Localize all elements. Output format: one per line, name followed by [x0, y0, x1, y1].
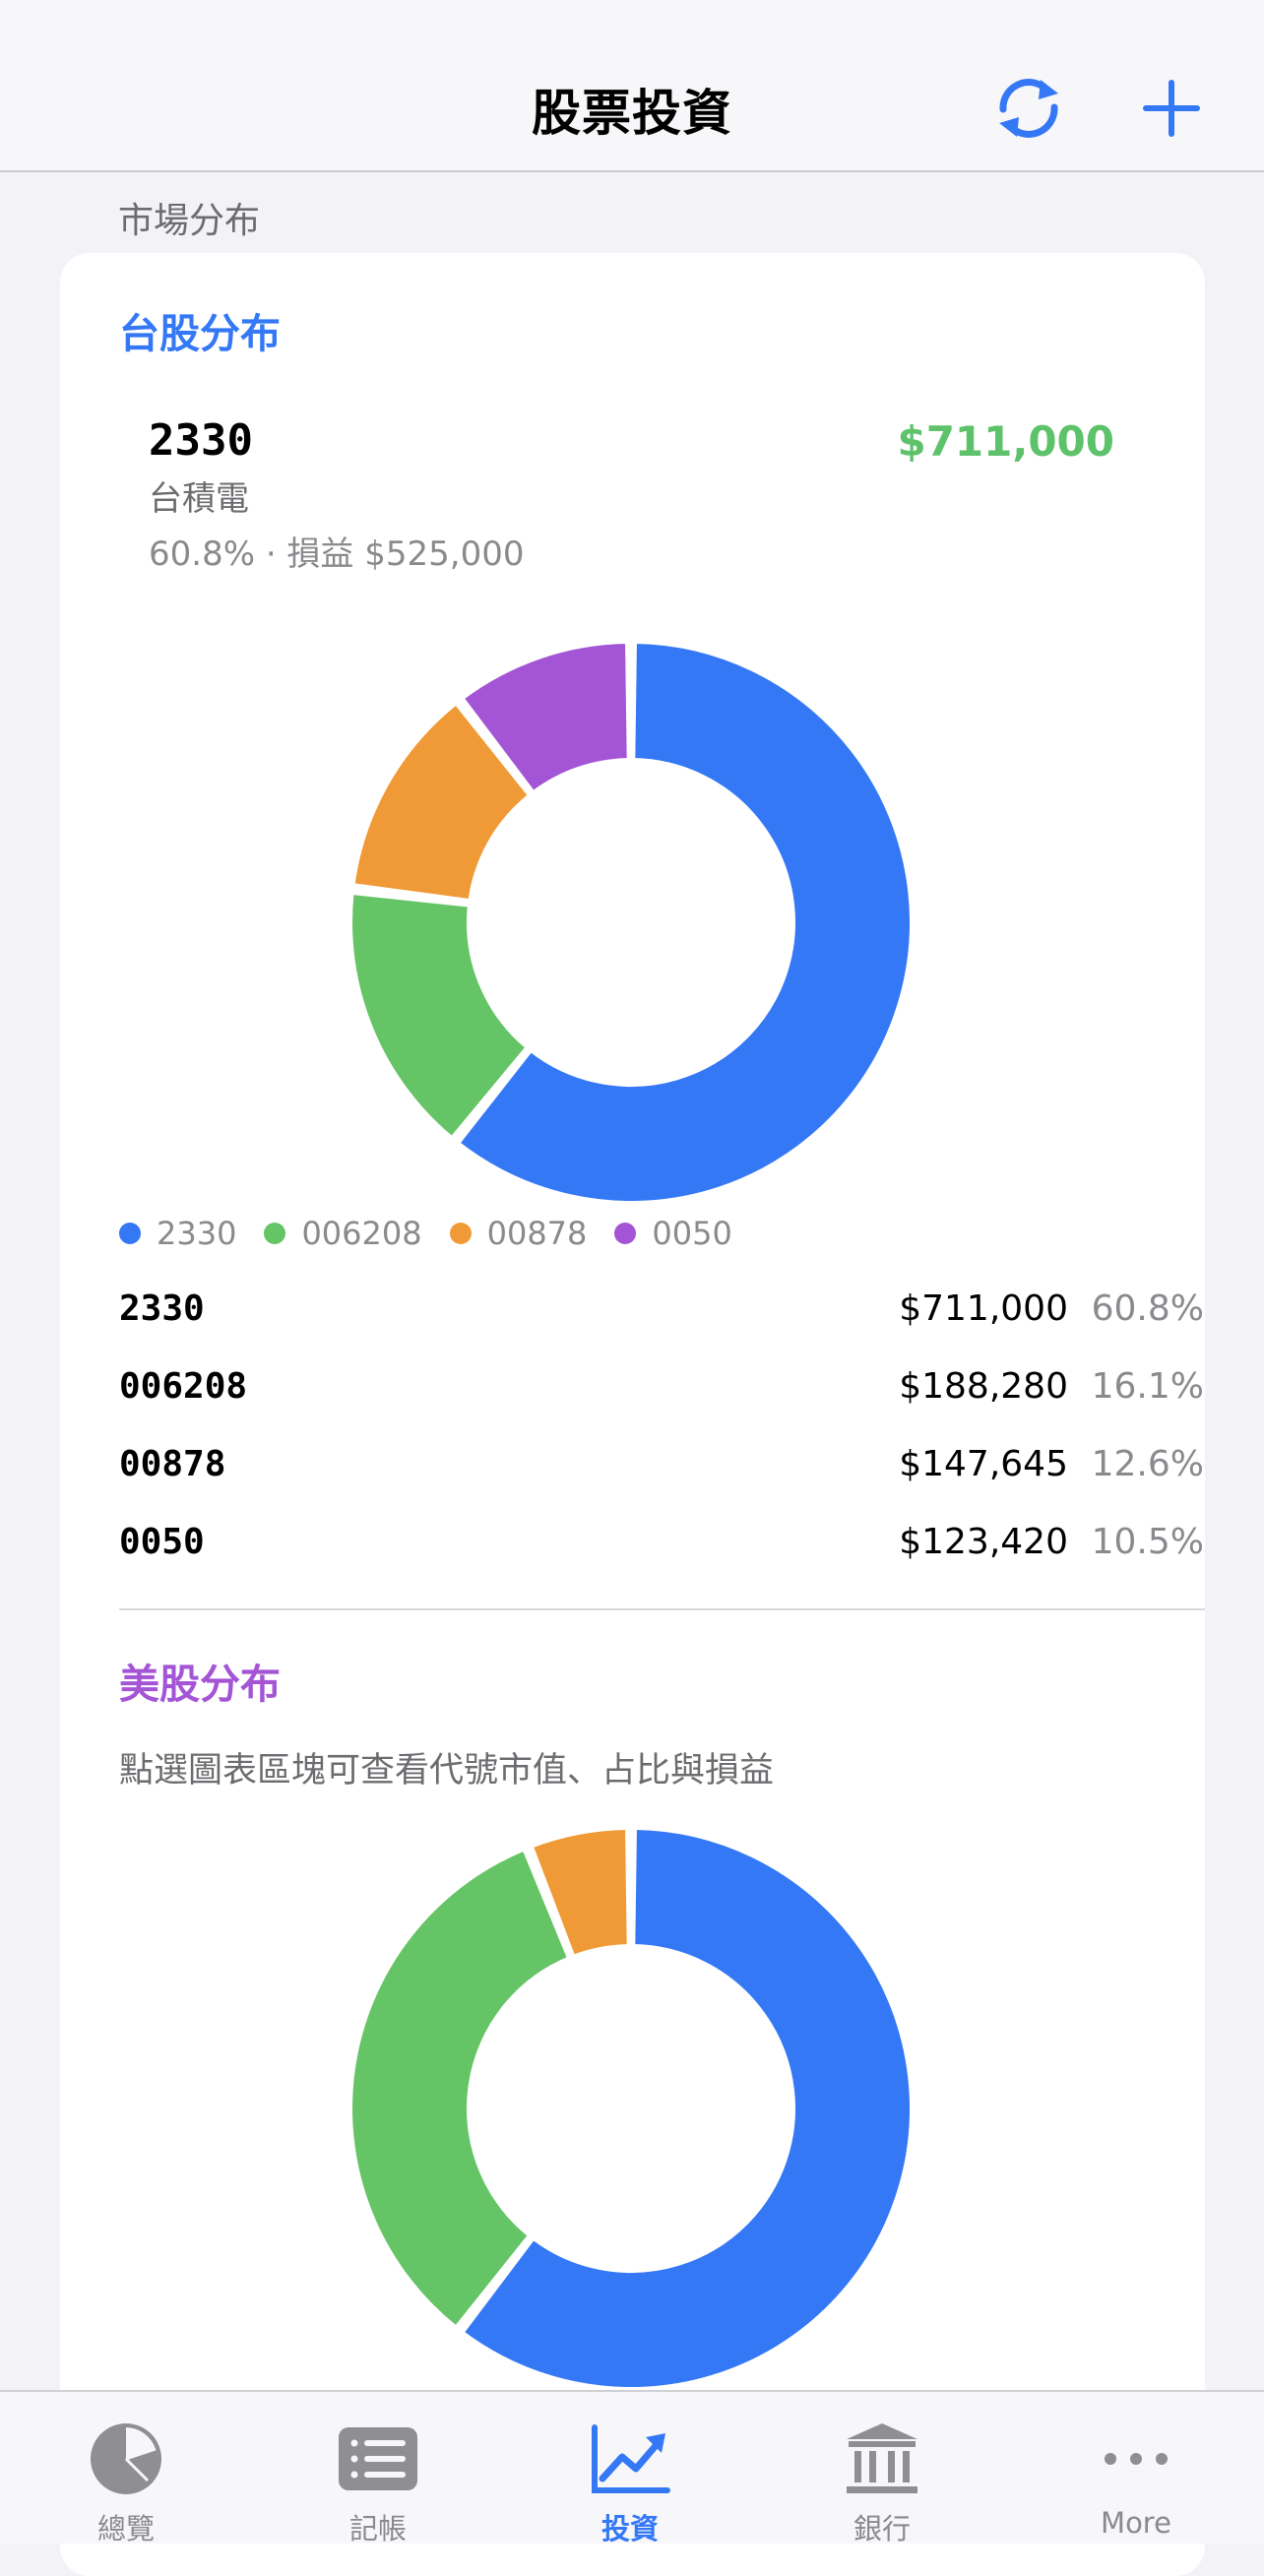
refresh-button[interactable] — [984, 69, 1073, 148]
pie-chart-icon — [91, 2423, 161, 2494]
section-label: 市場分布 — [118, 201, 261, 241]
legend-dot — [449, 1223, 472, 1244]
legend-label: 2330 — [157, 1215, 237, 1252]
holding-value: $711,000 — [899, 1288, 1068, 1329]
holding-row[interactable]: 00878 $147,645 12.6% — [119, 1444, 1206, 1503]
refresh-icon — [999, 79, 1058, 138]
selected-name: 台積電 — [149, 479, 249, 519]
us-donut-chart[interactable] — [336, 1813, 926, 2404]
holding-percent: 60.8% — [1091, 1288, 1204, 1329]
holding-value: $147,645 — [899, 1444, 1068, 1484]
legend-label: 00878 — [486, 1215, 588, 1252]
distribution-card: 台股分布 2330 台積電 60.8% · 損益 $525,000 $711,0… — [60, 253, 1205, 2576]
tab-bar: 總覽 記帳 投資 銀行 More — [0, 2390, 1264, 2545]
holding-code: 2330 — [119, 1288, 205, 1329]
holding-percent: 16.1% — [1091, 1366, 1204, 1407]
legend-dot — [614, 1223, 637, 1244]
tab-bank[interactable]: 銀行 — [756, 2392, 1008, 2545]
holding-row[interactable]: 0050 $123,420 10.5% — [119, 1522, 1206, 1581]
selected-code: 2330 — [149, 415, 253, 466]
us-hint-text: 點選圖表區塊可查看代號市值、占比與損益 — [119, 1751, 775, 1791]
page-title: 股票投資 — [532, 85, 732, 142]
tw-section-title: 台股分布 — [119, 310, 281, 357]
holding-row[interactable]: 006208 $188,280 16.1% — [119, 1366, 1206, 1425]
holding-row[interactable]: 2330 $711,000 60.8% — [119, 1288, 1206, 1348]
tab-more[interactable]: More — [1008, 2392, 1264, 2544]
holding-code: 006208 — [119, 1366, 248, 1407]
legend-item: 006208 — [264, 1215, 422, 1252]
tab-ledger[interactable]: 記帳 — [252, 2392, 504, 2545]
section-divider — [119, 1608, 1205, 1610]
legend-dot — [264, 1223, 286, 1244]
tab-investment[interactable]: 投資 — [504, 2392, 756, 2545]
holding-value: $123,420 — [899, 1522, 1068, 1562]
more-icon — [1105, 2453, 1168, 2465]
tw-legend: 2330 006208 00878 0050 — [119, 1215, 760, 1252]
tab-label: More — [1101, 2506, 1171, 2540]
plus-icon — [1143, 80, 1200, 137]
holding-percent: 12.6% — [1091, 1444, 1204, 1484]
tw-donut-chart[interactable] — [336, 627, 926, 1218]
holding-value: $188,280 — [899, 1366, 1068, 1407]
nav-bar: 股票投資 — [0, 0, 1264, 172]
selected-value: $711,000 — [897, 417, 1114, 466]
tab-overview[interactable]: 總覽 — [0, 2392, 252, 2545]
holding-percent: 10.5% — [1091, 1522, 1204, 1562]
bank-icon — [847, 2423, 917, 2493]
legend-label: 006208 — [301, 1215, 422, 1252]
add-button[interactable] — [1132, 69, 1211, 148]
legend-item: 00878 — [449, 1215, 588, 1252]
holding-code: 00878 — [119, 1444, 226, 1484]
legend-label: 0050 — [652, 1215, 732, 1252]
selected-detail: 60.8% · 損益 $525,000 — [149, 534, 525, 574]
legend-item: 2330 — [119, 1215, 236, 1252]
trend-chart-icon — [592, 2424, 670, 2493]
legend-item: 0050 — [614, 1215, 732, 1252]
legend-dot — [119, 1223, 141, 1244]
holding-code: 0050 — [119, 1522, 205, 1562]
us-section-title: 美股分布 — [119, 1661, 281, 1708]
list-icon — [339, 2427, 417, 2490]
